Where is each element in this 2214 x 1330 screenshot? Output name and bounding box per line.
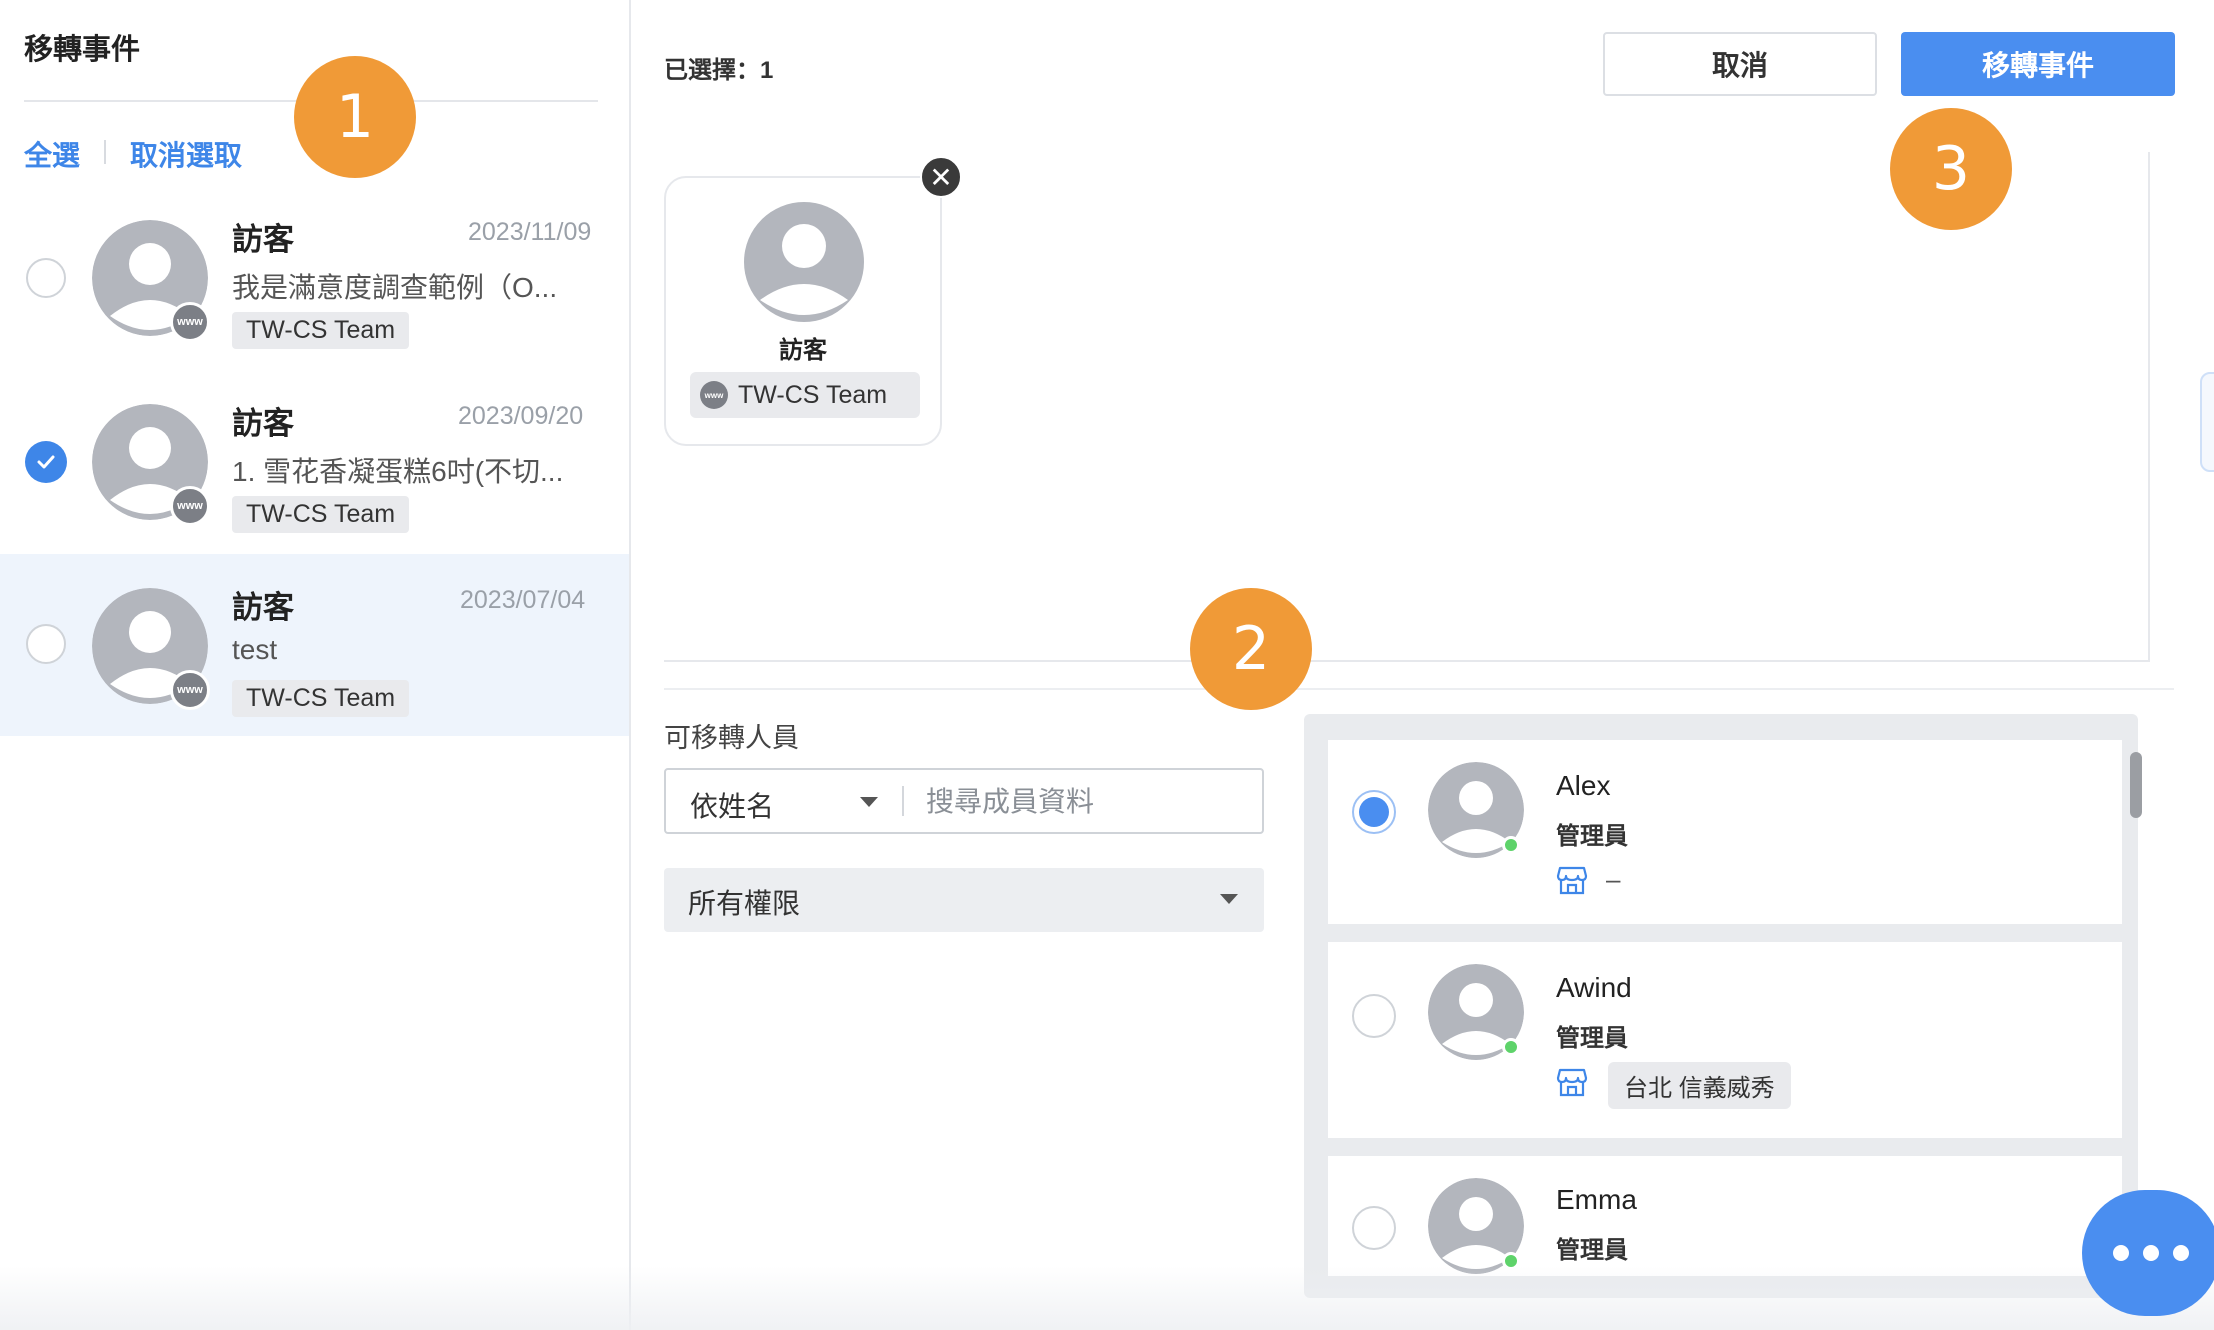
check-icon [37,455,55,469]
selected-count: 已選擇：1 [664,57,774,84]
role-filter-value: 所有權限 [688,888,801,919]
sort-dropdown[interactable]: 依姓名 [690,785,774,825]
link-separator [104,140,106,164]
www-channel-icon: www [170,486,210,526]
www-channel-icon: www [700,381,728,409]
radio[interactable] [1352,1206,1396,1250]
cancel-button[interactable]: 取消 [1603,32,1877,96]
conversation-item-active[interactable]: www 訪客 2023/07/04 test TW-CS Team [0,554,629,736]
panel-title: 移轉事件 [24,34,141,66]
www-channel-icon: www [170,302,210,342]
store-icon [1556,864,1588,901]
conversation-preview: 1. 雪花香凝蛋糕6吋(不切... [232,456,564,487]
caret-down-icon[interactable] [860,797,878,807]
team-tag: TW-CS Team [232,312,410,349]
member-role: 管理員 [1556,1237,1628,1264]
conversation-date: 2023/07/04 [460,586,586,614]
select-all-link[interactable]: 全選 [24,134,80,174]
conversation-preview: 我是滿意度調查範例（O... [232,272,558,303]
search-separator [902,786,904,816]
transfer-event-button[interactable]: 移轉事件 [1901,32,2175,96]
checkbox-checked[interactable] [25,441,67,483]
member-list-scrollbar[interactable] [2130,752,2142,818]
member-item[interactable]: Emma 管理員 [1328,1156,2122,1276]
side-panel-toggle[interactable] [2200,372,2214,472]
callout-marker-2: 2 [1190,588,1312,710]
team-tag-label: TW-CS Team [738,380,888,409]
member-name: Awind [1556,972,1632,1003]
team-tag: www TW-CS Team [690,372,920,418]
team-tag: TW-CS Team [232,680,410,717]
online-status-dot [1502,836,1520,854]
person-avatar-icon [744,202,864,322]
conversation-name: 訪客 [232,590,294,625]
conversation-name: 訪客 [232,406,294,441]
divider [664,688,2174,690]
conversation-date: 2023/09/20 [458,402,584,430]
online-status-dot [1502,1038,1520,1056]
conversation-item[interactable]: www 訪客 2023/11/09 我是滿意度調查範例（O... TW-CS T… [0,186,629,368]
selected-item-name: 訪客 [779,337,827,364]
member-item[interactable]: Awind 管理員 台北 信義威秀 [1328,942,2122,1138]
team-tag: TW-CS Team [232,496,410,533]
caret-down-icon[interactable] [1220,894,1238,904]
checkbox[interactable] [26,258,66,298]
member-role: 管理員 [1556,823,1628,850]
transferable-staff-label: 可移轉人員 [664,723,799,753]
store-icon [1556,1066,1588,1103]
callout-marker-1: 1 [294,56,416,178]
deselect-link[interactable]: 取消選取 [130,134,242,174]
chat-more-icon[interactable] [2082,1190,2214,1316]
member-store: – [1606,864,1621,894]
member-item[interactable]: Alex 管理員 – [1328,740,2122,924]
radio-selected[interactable] [1352,790,1396,834]
conversation-preview: test [232,634,278,665]
member-search-input[interactable] [924,778,1248,826]
callout-marker-3: 3 [1890,108,2012,230]
radio[interactable] [1352,994,1396,1038]
checkbox[interactable] [26,624,66,664]
member-role: 管理員 [1556,1025,1628,1052]
conversation-date: 2023/11/09 [468,218,592,246]
conversation-name: 訪客 [232,222,294,257]
member-store-tag: 台北 信義威秀 [1608,1062,1791,1109]
www-channel-icon: www [170,670,210,710]
bottom-fade [0,1266,2214,1330]
member-name: Emma [1556,1184,1637,1215]
conversation-item[interactable]: www 訪客 2023/09/20 1. 雪花香凝蛋糕6吋(不切... TW-C… [0,370,629,552]
member-name: Alex [1556,770,1611,801]
close-icon[interactable]: ✕ [920,156,962,198]
